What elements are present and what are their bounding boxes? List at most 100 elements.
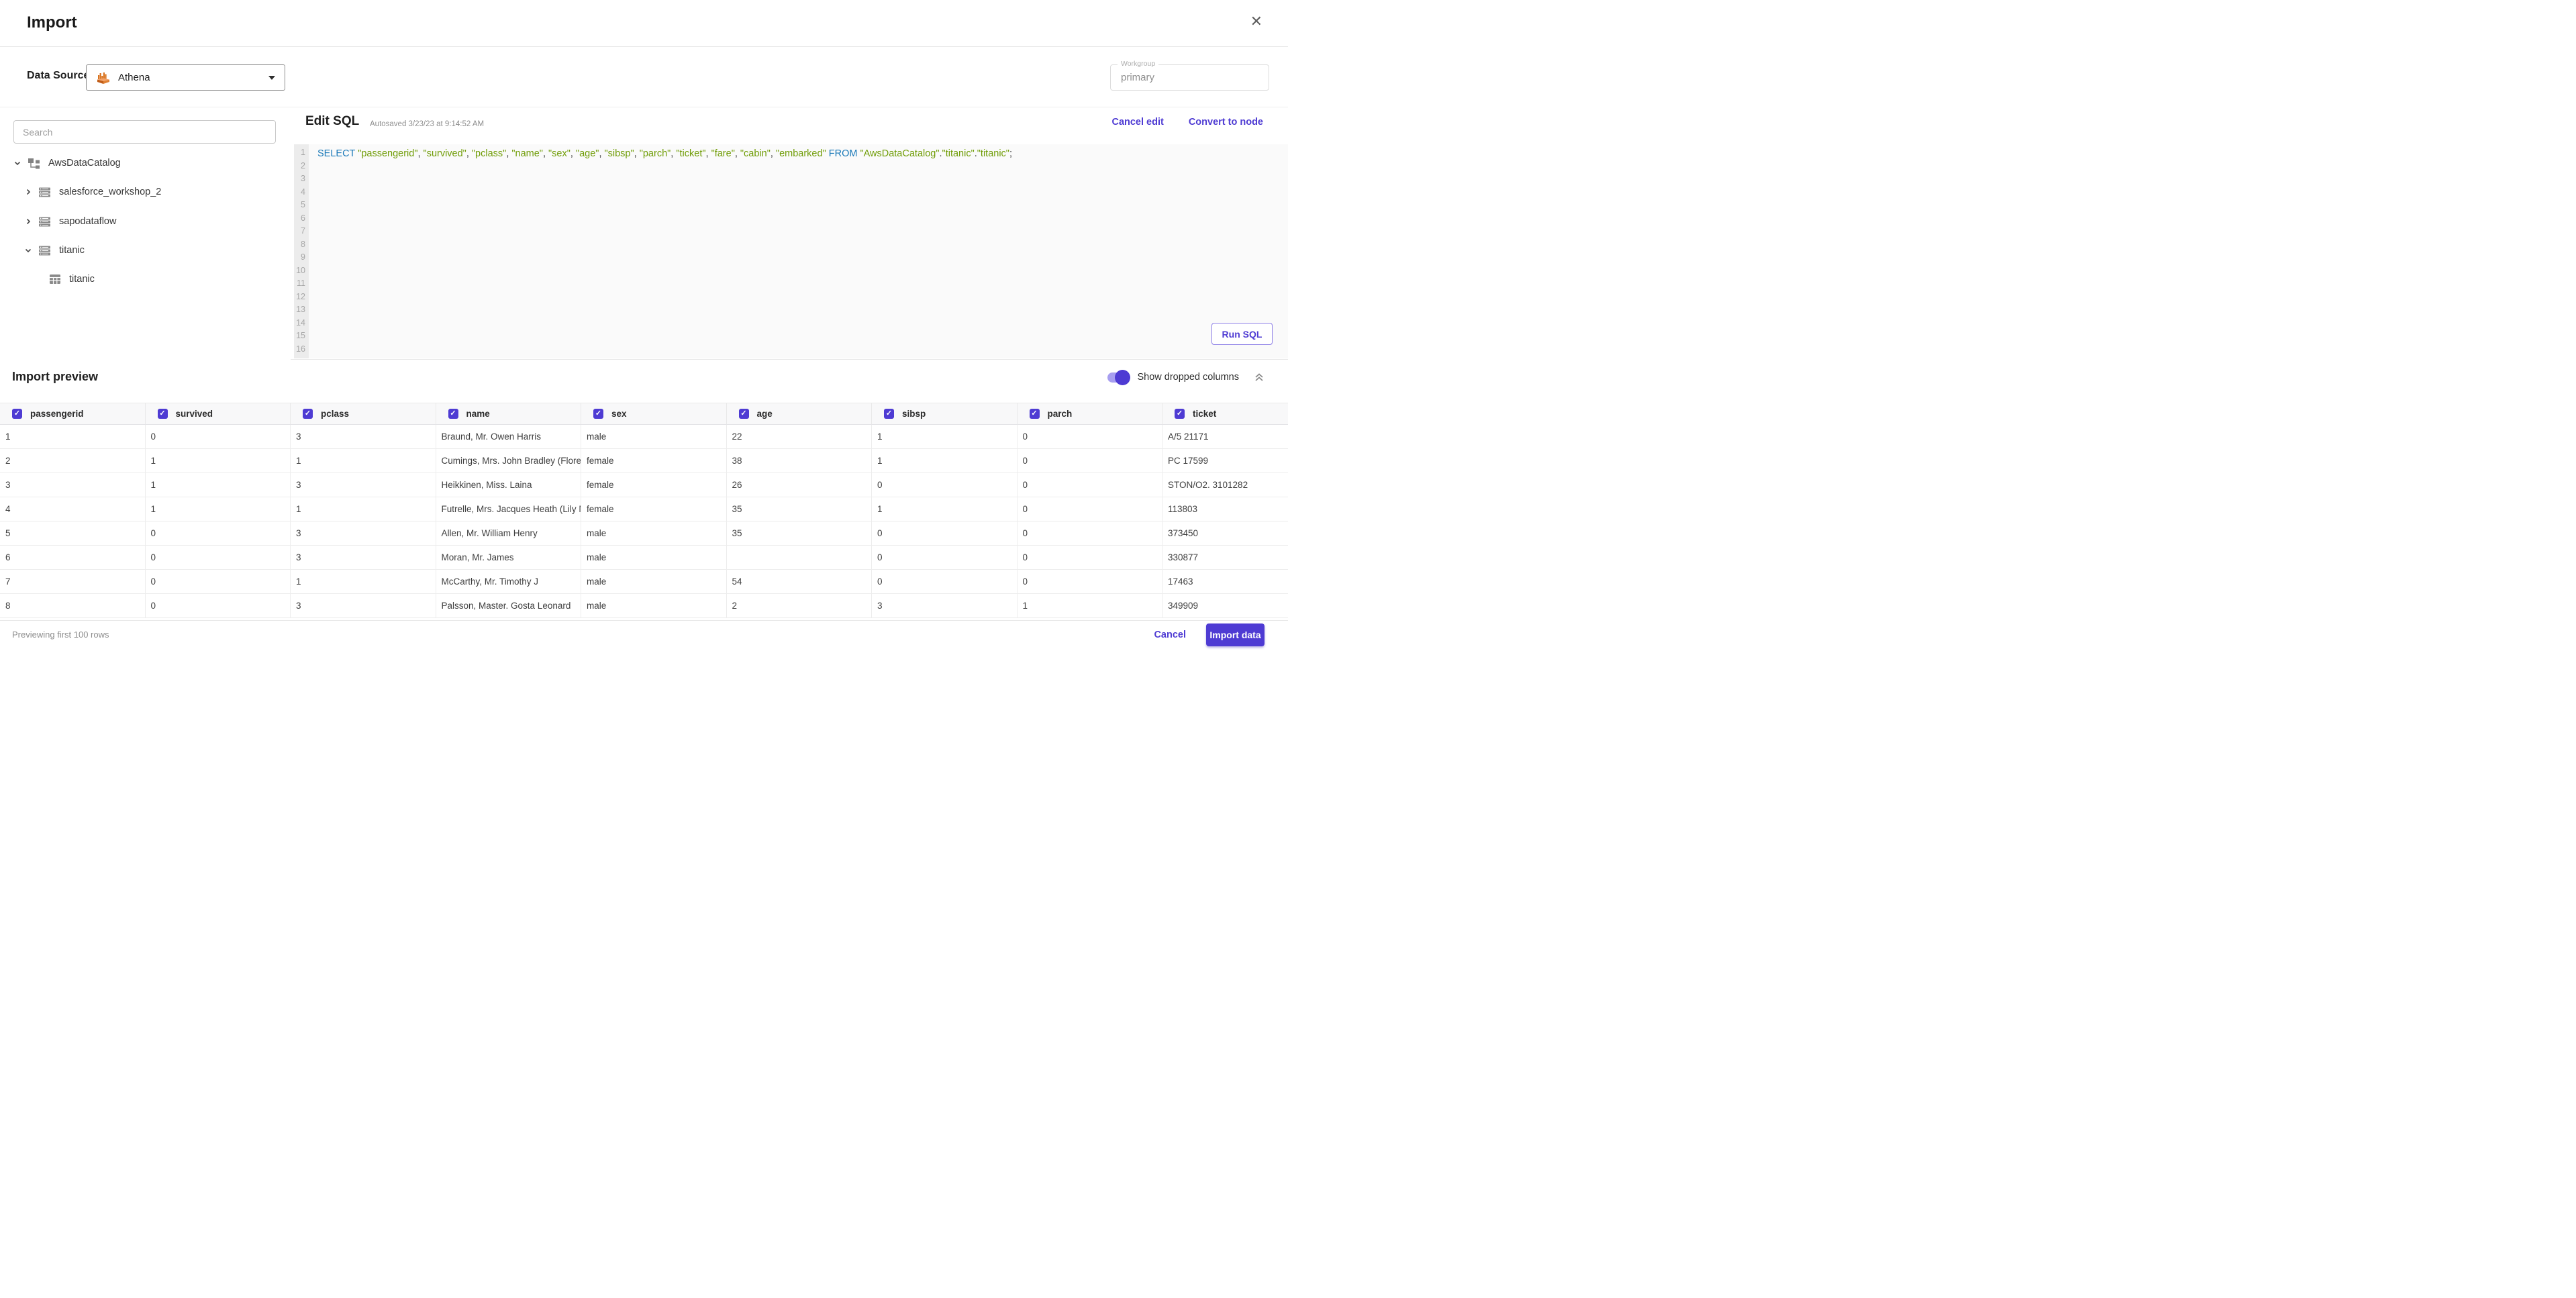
column-header-label: survived — [175, 409, 213, 419]
table-cell: 0 — [1018, 425, 1162, 448]
collapse-chevrons-icon[interactable] — [1254, 372, 1265, 383]
table-cell: 3 — [0, 473, 146, 497]
column-checkbox[interactable]: ✓ — [1175, 409, 1185, 419]
catalog-sidebar: AwsDataCatalog salesforce_workshop_2 sap… — [0, 107, 291, 359]
sql-token: "name" — [511, 148, 543, 159]
table-cell: 35 — [727, 497, 872, 521]
sql-editor-panel: Edit SQL Autosaved 3/23/23 at 9:14:52 AM… — [291, 107, 1288, 360]
tree-item-salesforce-workshop-2[interactable]: salesforce_workshop_2 — [24, 184, 161, 200]
table-cell: 3 — [291, 425, 436, 448]
tree-item-label: sapodataflow — [59, 216, 117, 227]
table-cell: 8 — [0, 594, 146, 617]
table-cell: male — [581, 594, 727, 617]
table-cell: 17463 — [1162, 570, 1288, 593]
sql-token: , — [542, 148, 549, 159]
table-cell: Allen, Mr. William Henry — [436, 521, 581, 545]
column-checkbox[interactable]: ✓ — [12, 409, 22, 419]
table-row: 6 0 3 Moran, Mr. James male 0 0 330877 — [0, 546, 1288, 570]
line-number: 11 — [297, 279, 305, 288]
sql-token: "pclass" — [471, 148, 507, 159]
column-checkbox[interactable]: ✓ — [303, 409, 313, 419]
table-row: 211Cumings, Mrs. John Bradley (Florence … — [0, 449, 1288, 473]
table-cell: 38 — [727, 449, 872, 472]
column-header-label: age — [756, 409, 773, 419]
tree-item-label: salesforce_workshop_2 — [59, 187, 162, 197]
sql-token: , — [705, 148, 711, 159]
sql-token: SELECT — [317, 148, 358, 159]
column-header-passengerid: ✓ passengerid — [0, 403, 146, 424]
column-checkbox[interactable]: ✓ — [1029, 409, 1040, 419]
tree-item-awsdatacatalog[interactable]: AwsDataCatalog — [13, 155, 121, 171]
table-cell: male — [581, 570, 727, 593]
table-row: 8 0 3 Palsson, Master. Gosta Leonard male 2 3 1… — [0, 594, 1288, 618]
import-preview-title: Import preview — [12, 370, 99, 383]
column-header-label: passengerid — [30, 409, 84, 419]
sql-code-area[interactable]: 1 2 3 4 5 6 7 8 9 10 11 12 13 14 15 16 SELECT "passenge… — [294, 144, 1288, 358]
column-header-name: ✓ name — [436, 403, 581, 424]
search-input[interactable] — [13, 120, 276, 144]
tree-item-titanic-db[interactable]: titanic — [24, 242, 85, 258]
close-icon[interactable]: ✕ — [1250, 14, 1262, 29]
tree-item-sapodataflow[interactable]: sapodataflow — [24, 213, 116, 230]
sql-token: ; — [1009, 148, 1012, 159]
column-header-pclass: ✓ pclass — [291, 403, 436, 424]
preview-table: ✓ passengerid ✓ survived ✓ pclass ✓ name ✓ sex ✓ ag… — [0, 403, 1288, 620]
page-title: Import — [27, 13, 77, 32]
table-row: 5 0 3 Allen, Mr. William Henry male 35 0 0 37345… — [0, 521, 1288, 546]
import-data-button[interactable]: Import data — [1206, 623, 1265, 646]
sql-token: "parch" — [639, 148, 671, 159]
run-sql-button[interactable]: Run SQL — [1211, 323, 1273, 345]
line-number: 15 — [296, 331, 305, 340]
sql-token: , — [570, 148, 576, 159]
tree-item-label: AwsDataCatalog — [48, 158, 121, 168]
column-header-label: sex — [611, 409, 627, 419]
table-cell: 0 — [146, 570, 291, 593]
tree-item-titanic-table[interactable]: titanic — [49, 271, 95, 287]
sql-token: , — [734, 148, 740, 159]
table-cell: 4 — [0, 497, 146, 521]
table-cell: A/5 21171 — [1162, 425, 1288, 448]
sql-token: , — [417, 148, 424, 159]
cancel-edit-link[interactable]: Cancel edit — [1111, 117, 1163, 128]
table-cell: 54 — [727, 570, 872, 593]
sql-token: "sex" — [548, 148, 571, 159]
column-checkbox[interactable]: ✓ — [448, 409, 458, 419]
chevron-right-icon[interactable] — [24, 188, 32, 196]
modal-header: Import ✕ — [0, 0, 1288, 47]
cancel-button[interactable]: Cancel — [1154, 630, 1186, 640]
column-checkbox[interactable]: ✓ — [593, 409, 603, 419]
table-cell: 1 — [146, 497, 291, 521]
datasource-select[interactable]: Athena — [86, 64, 285, 91]
table-cell: 0 — [146, 546, 291, 569]
table-cell: 1 — [872, 497, 1018, 521]
show-dropped-columns-toggle[interactable] — [1107, 369, 1131, 385]
table-cell: 26 — [727, 473, 872, 497]
line-number: 13 — [296, 305, 305, 314]
athena-icon — [96, 70, 111, 85]
chevron-down-icon[interactable] — [24, 246, 32, 254]
tree-item-label: titanic — [69, 274, 95, 285]
column-checkbox[interactable]: ✓ — [738, 409, 749, 419]
line-number: 3 — [301, 174, 305, 183]
table-cell: 3 — [291, 546, 436, 569]
table-cell: 0 — [872, 473, 1018, 497]
table-cell: 1 — [146, 473, 291, 497]
table-cell: 0 — [872, 546, 1018, 569]
table-cell: Futrelle, Mrs. Jacques Heath (Lily May P… — [436, 497, 581, 521]
column-checkbox[interactable]: ✓ — [157, 409, 168, 419]
table-cell: 2 — [0, 449, 146, 472]
database-icon — [38, 244, 51, 257]
table-cell: 3 — [291, 594, 436, 617]
convert-to-node-link[interactable]: Convert to node — [1189, 117, 1263, 128]
table-cell: 1 — [872, 449, 1018, 472]
sql-token: "survived" — [423, 148, 466, 159]
column-checkbox[interactable]: ✓ — [884, 409, 894, 419]
toggle-knob — [1115, 369, 1131, 385]
chevron-down-icon[interactable] — [13, 159, 21, 167]
datasource-selected-value: Athena — [118, 72, 150, 83]
table-cell: male — [581, 546, 727, 569]
table-row: 7 0 1 McCarthy, Mr. Timothy Jmale 54 0 0 17463 — [0, 570, 1288, 594]
chevron-down-icon — [268, 75, 275, 80]
chevron-right-icon[interactable] — [24, 217, 32, 226]
workgroup-field[interactable]: Workgroup primary — [1110, 60, 1269, 91]
